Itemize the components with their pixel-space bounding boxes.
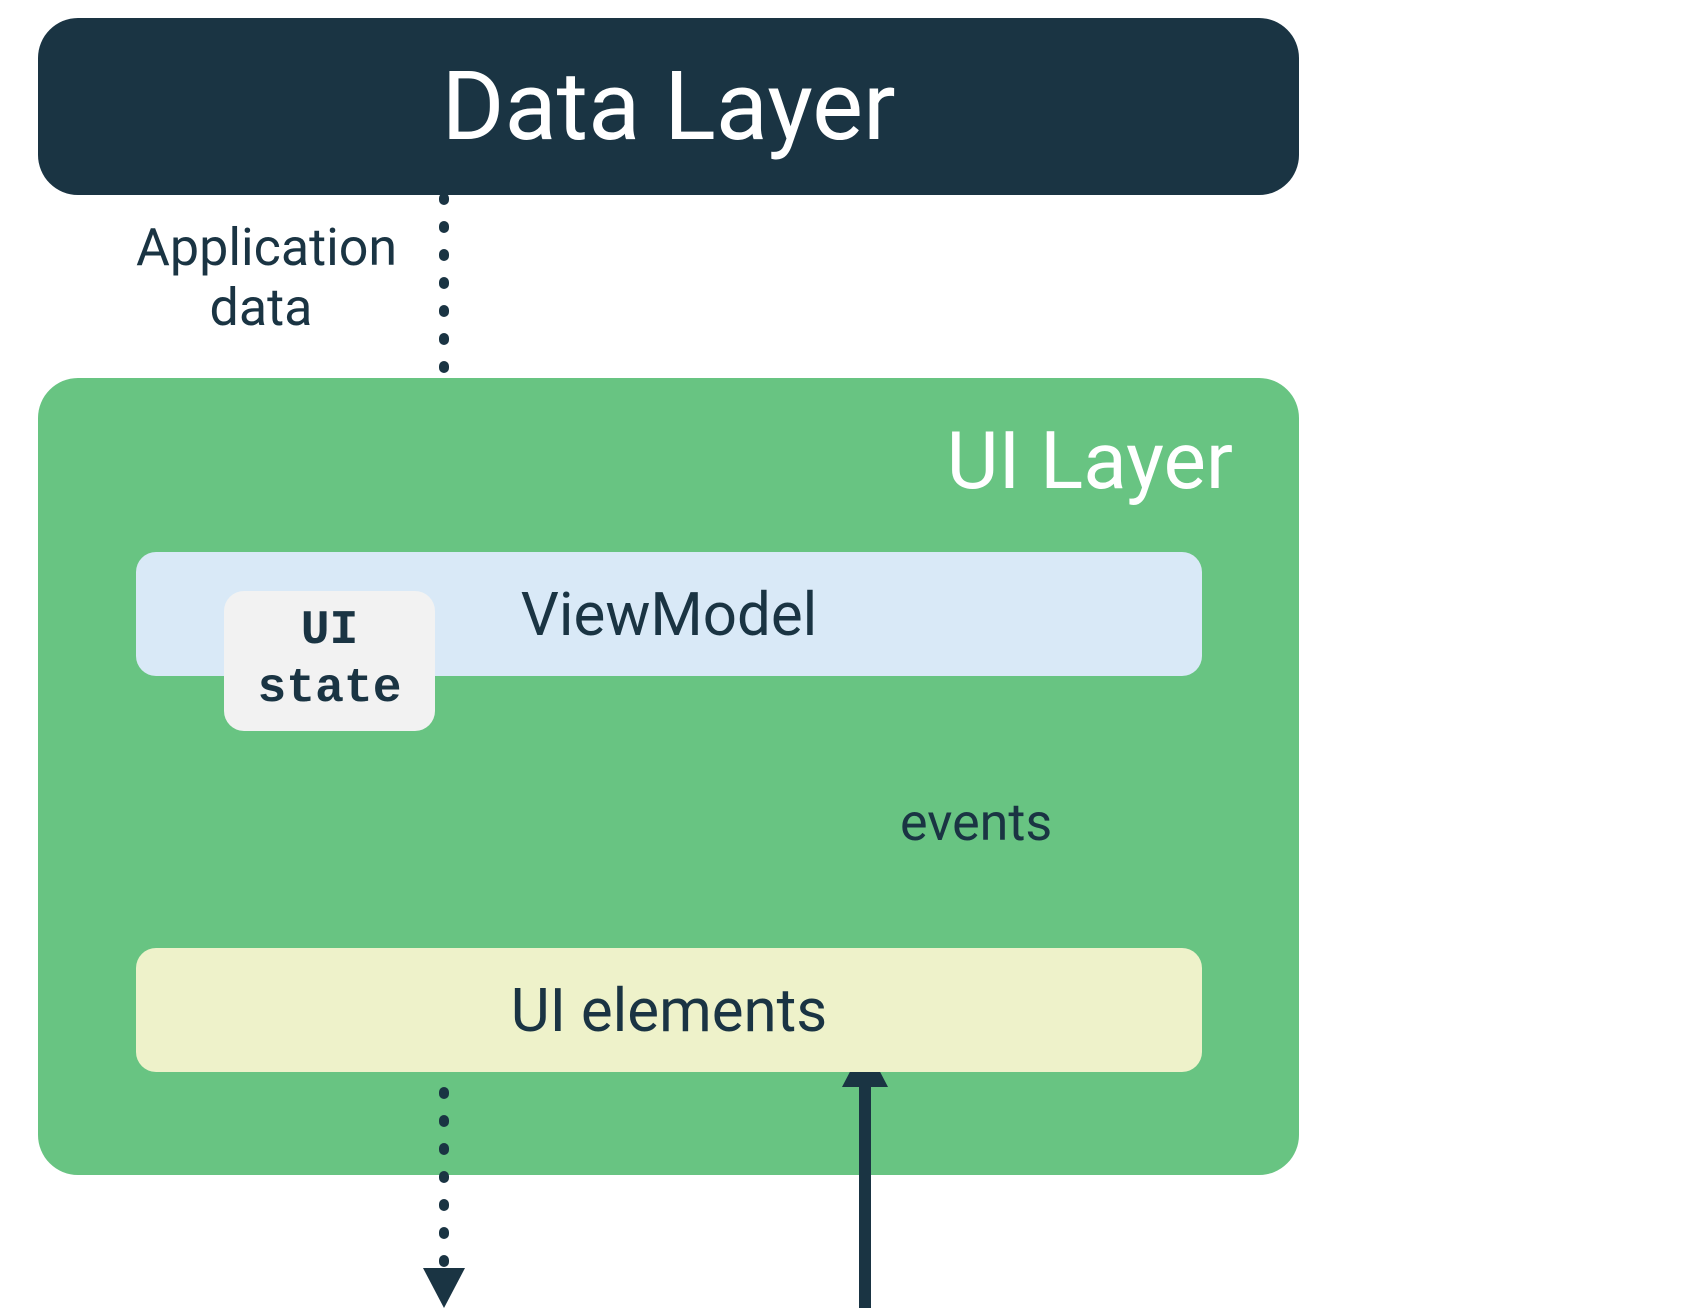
data-layer-box: Data Layer <box>38 18 1299 195</box>
ui-state-line1: UI <box>301 604 359 658</box>
ui-state-line2: state <box>257 662 401 716</box>
ui-layer-box: UI Layer ViewModel UI state events UI el… <box>38 378 1299 1175</box>
arrow-events-icon <box>840 1043 890 1308</box>
ui-elements-label: UI elements <box>511 975 828 1046</box>
arrow-uistate-icon <box>419 1092 469 1308</box>
events-label: events <box>900 792 1052 853</box>
ui-state-box: UI state <box>224 591 435 731</box>
architecture-diagram: Data Layer Application data UI Layer Vie… <box>38 18 1664 1176</box>
ui-state-label: UI state <box>257 603 401 718</box>
ui-layer-label: UI Layer <box>947 414 1233 508</box>
viewmodel-label: ViewModel <box>521 579 818 650</box>
ui-elements-box: UI elements <box>136 948 1202 1072</box>
data-layer-label: Data Layer <box>441 51 895 163</box>
application-data-label: Application data <box>136 218 386 338</box>
